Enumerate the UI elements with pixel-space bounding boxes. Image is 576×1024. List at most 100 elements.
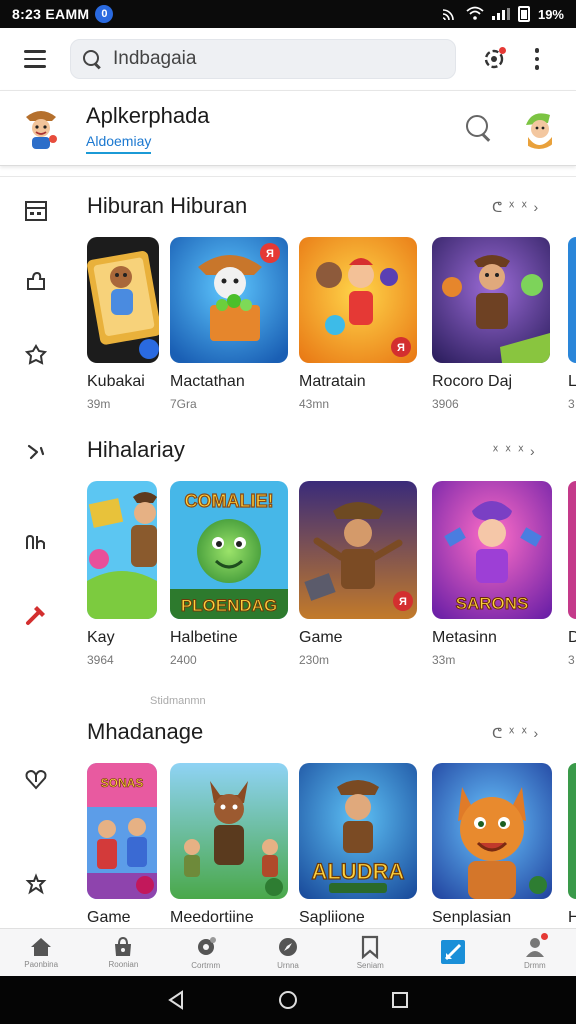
app-meta: 230m xyxy=(299,653,330,667)
calendar-icon[interactable] xyxy=(22,197,50,225)
profile-badge xyxy=(540,933,548,940)
app-header: Aplkerphada Aldoemiay xyxy=(0,90,576,166)
thumb-badge: Я xyxy=(266,248,274,260)
nav-tile-active[interactable] xyxy=(411,929,493,976)
app-thumbnail xyxy=(432,237,550,363)
app-card[interactable]: L 3 xyxy=(568,237,576,411)
search-input[interactable] xyxy=(113,48,413,70)
gear-star-icon[interactable] xyxy=(22,871,50,899)
search-bar[interactable] xyxy=(70,39,456,79)
app-thumbnail: Я xyxy=(170,237,288,363)
app-thumbnail xyxy=(568,237,576,363)
section-more-2[interactable]: ᕁ ᕁ ᕁ › xyxy=(492,443,536,460)
bottom-navigation: Paonbina Roonian Cortrnm Urnna Seniam Dr… xyxy=(0,928,576,976)
app-card[interactable]: Meedortiine xyxy=(170,763,292,927)
app-card[interactable]: Я Game 230m xyxy=(299,481,421,667)
notification-badge-icon: 0 xyxy=(95,5,114,23)
signal-icon xyxy=(491,8,510,20)
app-name: D xyxy=(568,629,576,647)
status-bar: 8:23 EAMM 0 19% xyxy=(0,0,576,28)
app-card[interactable]: Senplasian xyxy=(432,763,554,927)
cast-icon xyxy=(442,6,458,23)
nav-label: Seniam xyxy=(356,961,384,970)
nav-bookmarks[interactable]: Seniam xyxy=(329,929,411,976)
app-meta: 43mn xyxy=(299,397,330,411)
nav-settings[interactable]: Cortrnm xyxy=(165,929,247,976)
app-name: H xyxy=(568,909,576,927)
app-thumbnail: SARONS xyxy=(432,481,552,619)
app-thumbnail xyxy=(87,237,159,363)
notification-button[interactable] xyxy=(476,41,512,77)
clock: 8:23 EAMM xyxy=(12,6,90,22)
top-app-bar xyxy=(0,28,576,90)
app-card[interactable]: SARONS Metasinn 33m xyxy=(432,481,554,667)
section-title-1: Hiburan Hiburan xyxy=(87,193,248,218)
recents-icon[interactable] xyxy=(390,990,410,1010)
hammer-icon[interactable] xyxy=(22,601,50,629)
home-circle-icon[interactable] xyxy=(277,989,299,1011)
app-card[interactable]: Rocoro Daj 3906 xyxy=(432,237,554,411)
nav-label: Cortrnm xyxy=(191,961,221,970)
app-name: Mactathan xyxy=(170,373,245,390)
nav-explore[interactable]: Urnna xyxy=(247,929,329,976)
app-name: Matratain xyxy=(299,373,366,390)
glyph-icon[interactable] xyxy=(22,529,50,557)
thumb-title: SONAS xyxy=(101,776,144,790)
section-more-1[interactable]: ᕦ ᕁ ᕁ › xyxy=(492,199,539,216)
app-thumbnail: Я xyxy=(299,237,417,363)
app-meta: 3 xyxy=(568,653,575,667)
menu-icon[interactable] xyxy=(16,40,54,78)
app-title: Aplkerphada xyxy=(86,102,210,128)
bag-icon xyxy=(115,936,132,956)
app-row-3: SONAS Game Meedortiine ALUDRA Sapliione … xyxy=(87,763,576,928)
app-meta: 3 xyxy=(568,397,575,411)
app-card[interactable]: Я Mactathan 7Gra xyxy=(170,237,292,411)
app-meta: 2400 xyxy=(170,653,197,667)
left-rail xyxy=(0,177,72,928)
app-name: Metasinn xyxy=(432,629,497,646)
faint-label: Stidmanmn xyxy=(150,695,206,707)
app-thumbnail: COMALIE! PLOENDAG xyxy=(170,481,288,619)
battery-percent: 19% xyxy=(537,6,564,22)
app-meta: 7Gra xyxy=(170,397,197,411)
search-icon xyxy=(83,50,101,68)
app-name: Halbetine xyxy=(170,629,238,646)
app-card[interactable]: Я Matratain 43mn xyxy=(299,237,421,411)
bookmark-icon xyxy=(362,935,379,959)
header-search-icon[interactable] xyxy=(464,113,494,143)
overflow-menu-icon[interactable] xyxy=(522,41,552,77)
section-more-3[interactable]: ᕦ ᕁ ᕁ › xyxy=(492,725,539,742)
app-subtitle-tab[interactable]: Aldoemiay xyxy=(86,133,152,154)
thumb-badge: Я xyxy=(399,596,407,608)
app-name: Meedortiine xyxy=(170,909,254,926)
nav-home[interactable]: Paonbina xyxy=(0,929,82,976)
app-card[interactable]: ALUDRA Sapliione xyxy=(299,763,421,927)
app-logo xyxy=(16,103,66,153)
thumb-badge: Я xyxy=(397,342,405,354)
app-card[interactable]: H xyxy=(568,763,576,927)
app-card[interactable]: COMALIE! PLOENDAG Halbetine 2400 xyxy=(170,481,292,667)
heart-outline-icon[interactable] xyxy=(22,765,50,793)
nav-bag[interactable]: Roonian xyxy=(82,929,164,976)
user-avatar[interactable] xyxy=(518,107,560,149)
content-area: Hiburan Hiburan ᕦ ᕁ ᕁ › Kubakai 39m Я Ma… xyxy=(0,176,576,928)
section-title-2: Hihalariay xyxy=(87,437,185,462)
nav-label: Drmm xyxy=(523,961,546,970)
tile-icon xyxy=(440,939,465,964)
app-name: Game xyxy=(299,629,343,646)
puzzle-icon[interactable] xyxy=(22,267,50,295)
app-row-2: Kay 3964 COMALIE! PLOENDAG Halbetine 240… xyxy=(87,481,576,681)
wifi-icon xyxy=(466,6,484,23)
thumb-caption: PLOENDAG xyxy=(181,596,277,615)
back-icon[interactable] xyxy=(166,990,186,1010)
gear-icon xyxy=(197,937,216,955)
app-card[interactable]: D 3 xyxy=(568,481,576,667)
battery-icon xyxy=(517,6,530,22)
notification-dot xyxy=(499,47,506,54)
app-thumbnail xyxy=(87,481,157,619)
arrow-icon[interactable] xyxy=(22,437,50,465)
app-name: L xyxy=(568,373,576,391)
app-name: Rocoro Daj xyxy=(432,373,513,390)
nav-profile[interactable]: Drmm xyxy=(494,929,576,976)
star-badge-icon[interactable] xyxy=(22,341,50,369)
